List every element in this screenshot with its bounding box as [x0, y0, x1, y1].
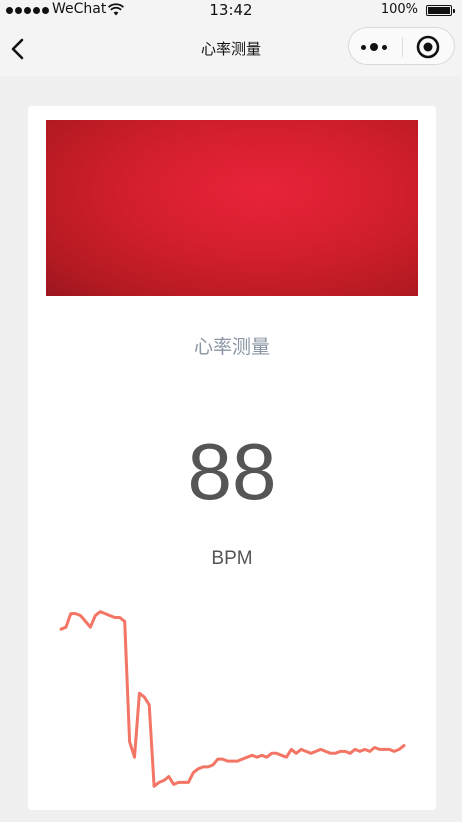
- capsule-divider: [402, 37, 403, 57]
- battery-percent: 100%: [380, 2, 418, 17]
- more-icon[interactable]: [361, 38, 395, 56]
- measure-title: 心率测量: [193, 336, 270, 358]
- navigation-bar: 心率测量: [0, 22, 462, 76]
- battery-icon: [426, 5, 455, 16]
- bpm-value: 88: [187, 427, 277, 516]
- heart-rate-waveform: [59, 610, 406, 788]
- waveform-line: [59, 610, 406, 788]
- camera-preview: [46, 120, 418, 296]
- bpm-unit: BPM: [211, 548, 253, 569]
- close-program-icon[interactable]: [415, 34, 441, 60]
- mini-program-capsule: [348, 27, 455, 65]
- heart-rate-card: 心率测量 88 BPM: [28, 106, 436, 810]
- status-bar: WeChat 13:42 100%: [0, 0, 462, 22]
